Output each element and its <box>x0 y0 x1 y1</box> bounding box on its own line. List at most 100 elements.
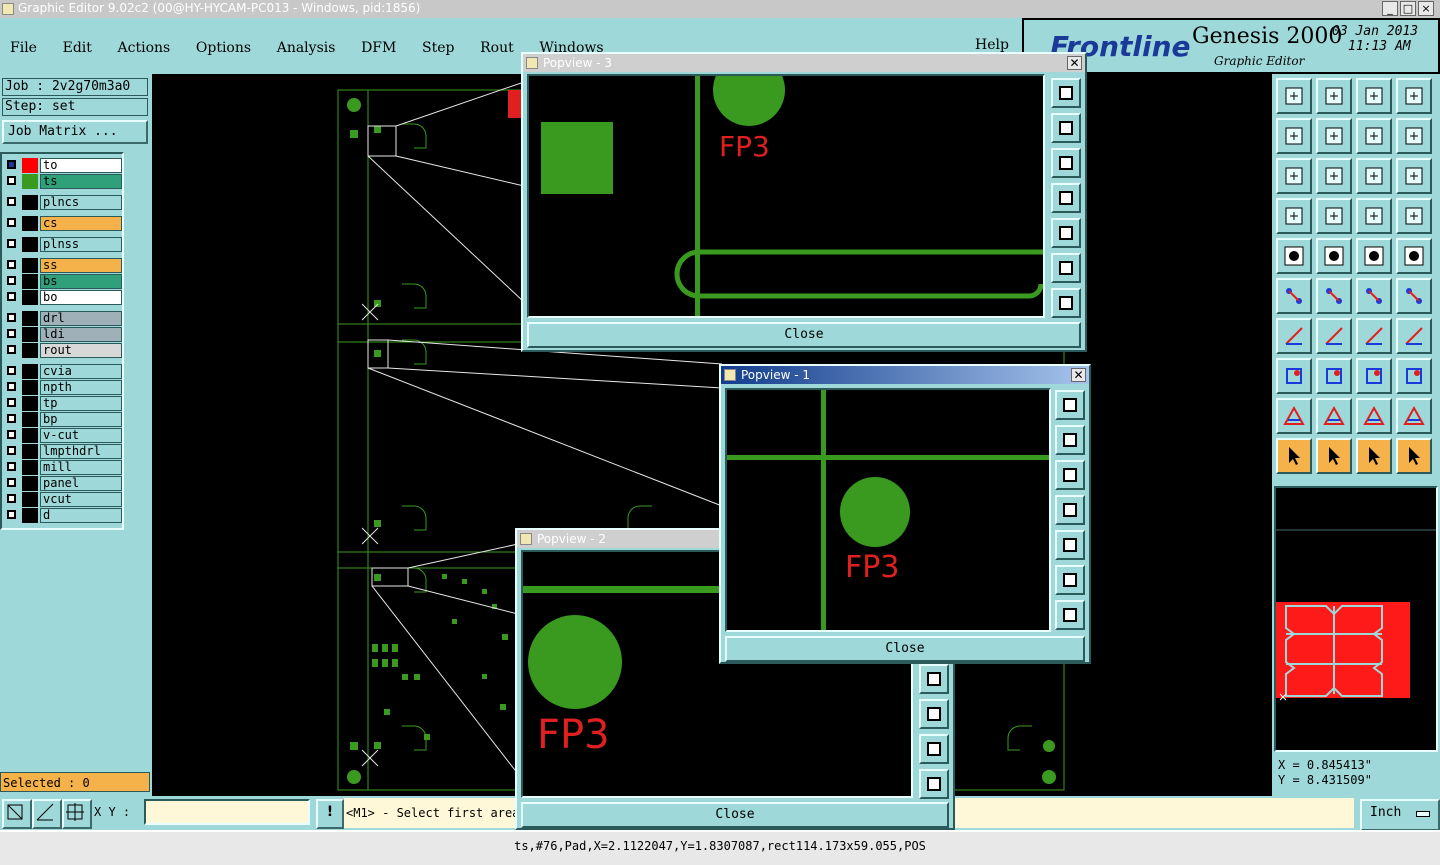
layer-row[interactable]: ldi <box>4 327 122 342</box>
layer-checkbox[interactable] <box>7 218 16 227</box>
layer-row[interactable]: plnss <box>4 237 122 252</box>
popview-1-canvas[interactable]: FP3 <box>725 388 1051 632</box>
menu-rout[interactable]: Rout <box>480 40 514 56</box>
connect-icon[interactable] <box>1276 278 1312 314</box>
pan-up-icon[interactable] <box>1051 113 1081 143</box>
scale-icon[interactable] <box>1356 158 1392 194</box>
menu-file[interactable]: File <box>10 40 37 56</box>
popview-3-canvas[interactable]: FP3 <box>527 74 1045 318</box>
xy-input[interactable] <box>144 799 310 825</box>
grid-icon[interactable] <box>1316 198 1352 234</box>
popview-3-close-icon[interactable]: ✕ <box>1067 56 1082 70</box>
thumbnail-view[interactable] <box>1274 486 1438 752</box>
layer-row[interactable]: bp <box>4 412 122 427</box>
copy-icon[interactable] <box>1396 278 1432 314</box>
delete-icon[interactable] <box>1316 278 1352 314</box>
shape-icon[interactable] <box>1356 398 1392 434</box>
layer-checkbox[interactable] <box>7 345 16 354</box>
layer-checkbox[interactable] <box>7 414 16 423</box>
popview-3-close-button[interactable]: Close <box>527 322 1081 348</box>
redraw-icon[interactable] <box>1356 118 1392 154</box>
zoom-out-icon[interactable] <box>1051 288 1081 318</box>
layer-row[interactable]: to <box>4 158 122 173</box>
zoom-in-icon[interactable] <box>919 734 949 764</box>
draw-red-line-icon[interactable] <box>1316 318 1352 354</box>
layer-row[interactable]: tp <box>4 396 122 411</box>
grid-snap-icon[interactable] <box>62 799 92 829</box>
close-window-button[interactable]: × <box>1418 1 1434 16</box>
layer-row[interactable]: ts <box>4 174 122 189</box>
layer-checkbox[interactable] <box>7 430 16 439</box>
window-icon[interactable] <box>1396 78 1432 114</box>
layer-checkbox[interactable] <box>7 329 16 338</box>
pan-right-icon[interactable] <box>1055 530 1085 560</box>
draw-line-icon[interactable] <box>1276 318 1312 354</box>
zoom-home-icon[interactable] <box>1051 78 1081 108</box>
popview-1-titlebar[interactable]: Popview - 1 ✕ <box>721 366 1089 384</box>
snap-center-icon[interactable] <box>1396 238 1432 274</box>
swap-icon[interactable] <box>1396 118 1432 154</box>
settings-icon[interactable] <box>1276 198 1312 234</box>
triangle-up-icon[interactable] <box>1316 398 1352 434</box>
pointer-round-icon[interactable] <box>1356 438 1392 474</box>
layers-icon[interactable] <box>1356 198 1392 234</box>
help-icon[interactable] <box>1396 158 1432 194</box>
zoom-home-icon[interactable] <box>1055 390 1085 420</box>
menu-edit[interactable]: Edit <box>63 40 92 56</box>
select-pad-icon[interactable] <box>1276 238 1312 274</box>
pan-down-icon[interactable] <box>1055 460 1085 490</box>
layer-checkbox[interactable] <box>7 478 16 487</box>
popview-1-close-button[interactable]: Close <box>725 636 1085 662</box>
pan-left-icon[interactable] <box>1055 495 1085 525</box>
layer-checkbox[interactable] <box>7 197 16 206</box>
layer-row[interactable]: lmpthdrl <box>4 444 122 459</box>
job-matrix-button[interactable]: Job Matrix ... <box>2 120 148 144</box>
zoom-area-icon[interactable] <box>2 799 32 829</box>
units-select[interactable]: Inch <box>1360 799 1440 831</box>
pan-right-icon[interactable] <box>919 699 949 729</box>
menu-analysis[interactable]: Analysis <box>277 40 336 56</box>
pan-left-icon[interactable] <box>919 664 949 694</box>
menu-help[interactable]: Help <box>975 37 1009 53</box>
resize-icon[interactable] <box>1356 358 1392 394</box>
pan-up-icon[interactable] <box>1276 78 1312 114</box>
pan-right-icon[interactable] <box>1316 118 1352 154</box>
layer-row[interactable]: bs <box>4 274 122 289</box>
parallel-icon[interactable] <box>1396 318 1432 354</box>
layer-row[interactable]: vcut <box>4 492 122 507</box>
layer-row[interactable]: npth <box>4 380 122 395</box>
pan-down-icon[interactable] <box>1316 78 1352 114</box>
pan-right-icon[interactable] <box>1051 218 1081 248</box>
select-line-icon[interactable] <box>1316 238 1352 274</box>
center-icon[interactable] <box>1316 158 1352 194</box>
menu-actions[interactable]: Actions <box>118 40 171 56</box>
zoom-out-icon[interactable] <box>1055 600 1085 630</box>
layer-row[interactable]: panel <box>4 476 122 491</box>
pointer-icon[interactable] <box>1276 438 1312 474</box>
ruler-icon[interactable] <box>1356 238 1392 274</box>
zoom-in-icon[interactable] <box>1051 253 1081 283</box>
layers-alt-icon[interactable] <box>1396 198 1432 234</box>
layer-checkbox[interactable] <box>7 276 16 285</box>
layer-checkbox[interactable] <box>7 398 16 407</box>
popview-1-close-icon[interactable]: ✕ <box>1071 368 1086 382</box>
triangle-icon[interactable] <box>1276 398 1312 434</box>
measure-icon[interactable] <box>32 799 62 829</box>
menu-step[interactable]: Step <box>422 40 454 56</box>
pan-down-icon[interactable] <box>1051 148 1081 178</box>
layer-row[interactable]: ss <box>4 258 122 273</box>
pan-up-icon[interactable] <box>1055 425 1085 455</box>
route-icon[interactable] <box>1396 438 1432 474</box>
feature-icon[interactable] <box>1396 358 1432 394</box>
zoom-out-icon[interactable] <box>919 769 949 799</box>
maximize-button[interactable]: □ <box>1400 1 1416 16</box>
fit-icon[interactable] <box>1276 158 1312 194</box>
layer-row[interactable]: cs <box>4 216 122 231</box>
minimize-button[interactable]: _ <box>1382 1 1398 16</box>
menu-options[interactable]: Options <box>196 40 251 56</box>
menu-dfm[interactable]: DFM <box>361 40 396 56</box>
layer-row[interactable]: d <box>4 508 122 523</box>
layer-checkbox[interactable] <box>7 462 16 471</box>
layer-row[interactable]: rout <box>4 343 122 358</box>
add-pad-icon[interactable] <box>1276 358 1312 394</box>
